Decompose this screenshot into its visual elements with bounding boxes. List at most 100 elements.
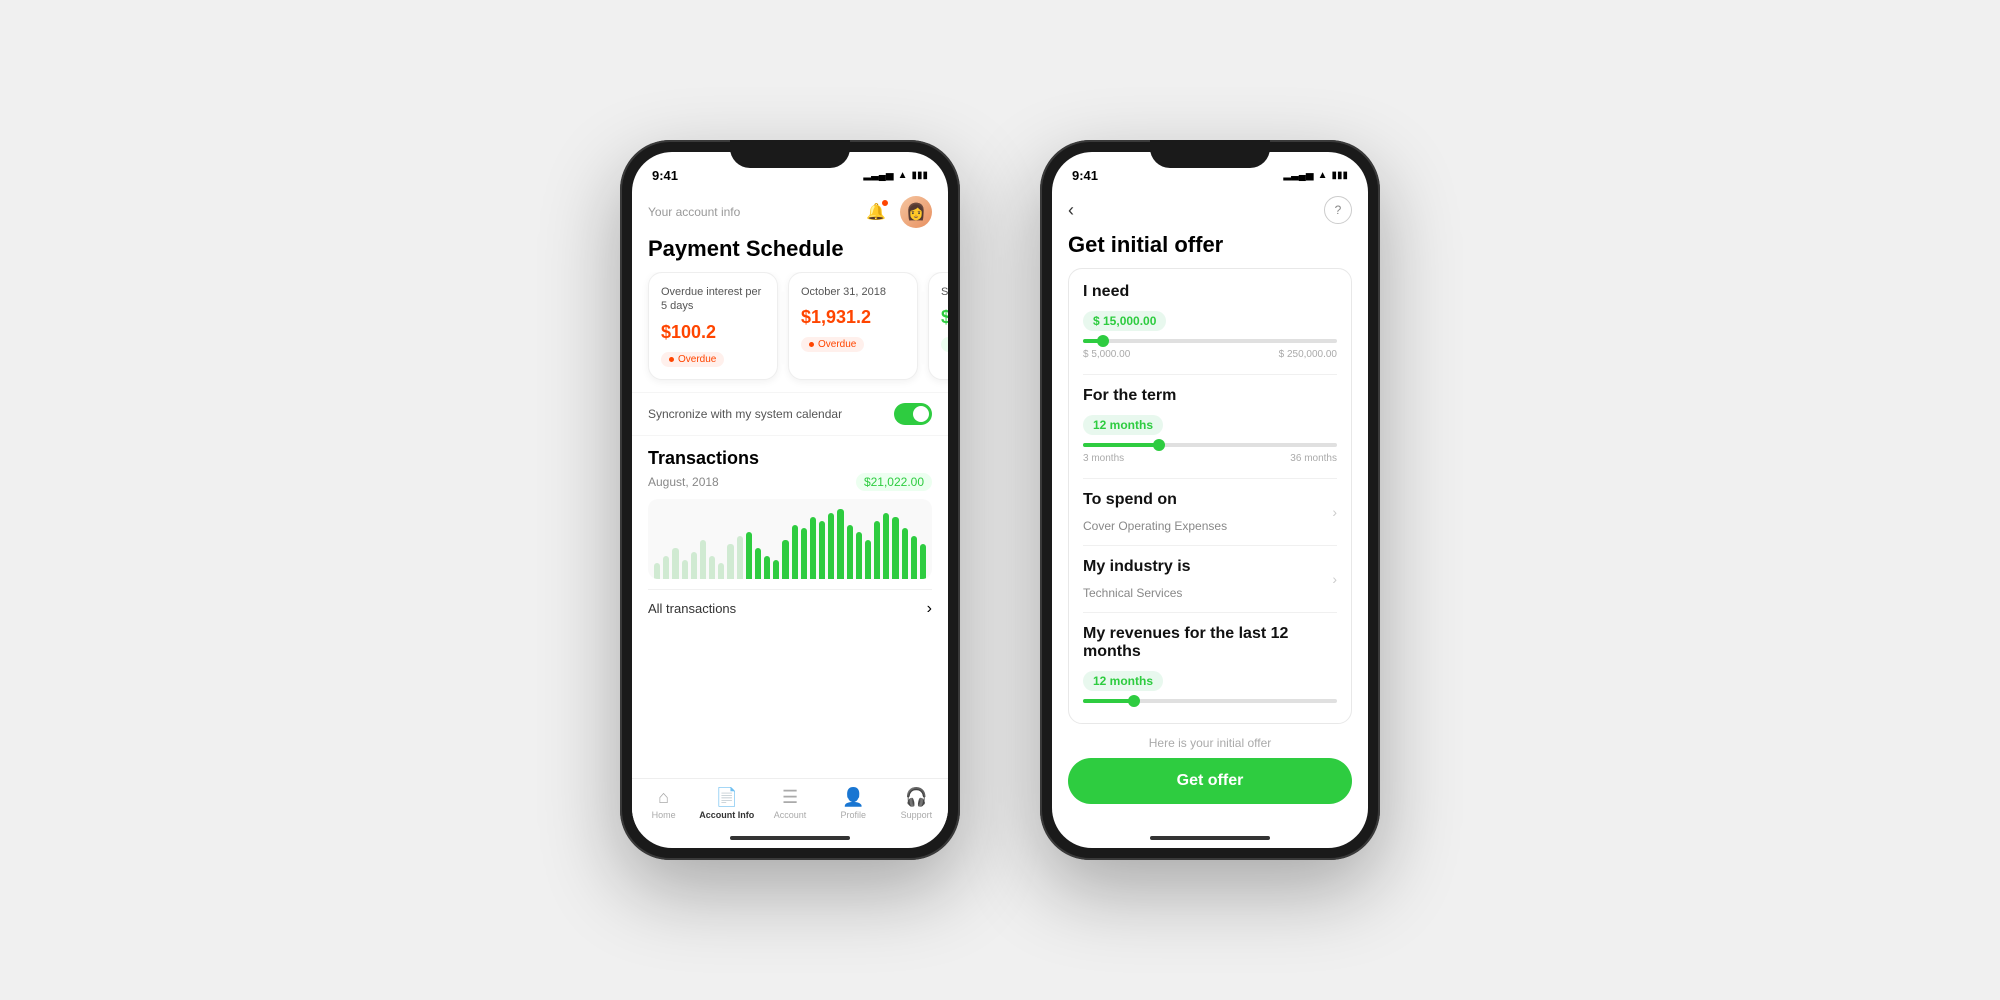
transactions-month: August, 2018 <box>648 475 719 489</box>
sync-toggle[interactable] <box>894 403 932 425</box>
my-revenues-value: 12 months <box>1083 671 1163 691</box>
bar-29 <box>920 544 926 579</box>
payment-cards: Overdue interest per 5 days $100.2 Overd… <box>632 272 948 392</box>
for-the-term-value: 12 months <box>1083 415 1163 435</box>
for-the-term-fill <box>1083 443 1159 447</box>
my-industry-row[interactable]: My industry is Technical Services › <box>1083 558 1337 600</box>
to-spend-on-text: To spend on Cover Operating Expenses <box>1083 491 1332 533</box>
payment-card-label-1: October 31, 2018 <box>801 285 905 299</box>
bar-7 <box>718 563 724 579</box>
bar-13 <box>773 560 779 579</box>
to-spend-on-chevron: › <box>1332 504 1337 520</box>
notch-2 <box>1150 140 1270 168</box>
status-text-0: Overdue <box>678 354 716 365</box>
bar-16 <box>801 528 807 579</box>
account-info-icon: 📄 <box>716 787 738 808</box>
bar-12 <box>764 556 770 579</box>
divider-2 <box>1083 478 1337 479</box>
notch-1 <box>730 140 850 168</box>
support-icon: 🎧 <box>905 787 927 808</box>
my-industry-title: My industry is <box>1083 558 1332 576</box>
i-need-min: $ 5,000.00 <box>1083 349 1130 360</box>
my-revenues-thumb <box>1128 695 1140 707</box>
payment-card-label-2: Sept 31, 2 <box>941 285 948 299</box>
i-need-fill <box>1083 339 1103 343</box>
phone-1: 9:41 ▂▃▄▅ ▲ ▮▮▮ Your account info 🔔 👩 <box>620 140 960 860</box>
divider-3 <box>1083 545 1337 546</box>
home-indicator-2 <box>1150 836 1270 840</box>
bottom-nav-1: ⌂ Home 📄 Account Info ☰ Account 👤 Profil… <box>632 778 948 832</box>
status-icons-2: ▂▃▄▅ ▲ ▮▮▮ <box>1283 170 1348 181</box>
bar-11 <box>755 548 761 579</box>
phones-container: 9:41 ▂▃▄▅ ▲ ▮▮▮ Your account info 🔔 👩 <box>620 140 1380 860</box>
phone-1-screen: 9:41 ▂▃▄▅ ▲ ▮▮▮ Your account info 🔔 👩 <box>632 152 948 848</box>
bar-14 <box>782 540 788 579</box>
home-icon: ⌂ <box>658 787 669 808</box>
bar-9 <box>737 536 743 579</box>
my-revenues-title: My revenues for the last 12 months <box>1083 625 1337 661</box>
nav-account-info[interactable]: 📄 Account Info <box>695 787 758 820</box>
transactions-section: Transactions August, 2018 $21,022.00 All… <box>632 436 948 778</box>
bar-8 <box>727 544 733 579</box>
profile-icon: 👤 <box>842 787 864 808</box>
my-revenues-slider[interactable] <box>1083 699 1337 703</box>
nav-account-label: Account <box>774 810 807 820</box>
bar-1 <box>663 556 669 579</box>
status-text-1: Overdue <box>818 339 856 350</box>
payment-status-1: Overdue <box>801 337 864 352</box>
sync-label: Syncronize with my system calendar <box>648 407 842 421</box>
header-icons: 🔔 👩 <box>860 196 932 228</box>
notification-button[interactable]: 🔔 <box>860 196 892 228</box>
nav-profile[interactable]: 👤 Profile <box>822 787 885 820</box>
all-transactions-row[interactable]: All transactions › <box>648 589 932 628</box>
status-time-2: 9:41 <box>1072 168 1098 183</box>
payment-card-0: Overdue interest per 5 days $100.2 Overd… <box>648 272 778 380</box>
bar-4 <box>691 552 697 579</box>
bar-26 <box>892 517 898 579</box>
bar-24 <box>874 521 880 579</box>
nav-home[interactable]: ⌂ Home <box>632 787 695 820</box>
home-indicator-1 <box>730 836 850 840</box>
i-need-slider[interactable] <box>1083 339 1337 343</box>
transactions-header: August, 2018 $21,022.00 <box>648 473 932 491</box>
payment-amount-1: $1,931.2 <box>801 307 905 328</box>
payment-card-label-0: Overdue interest per 5 days <box>661 285 765 314</box>
offer-card: I need $ 15,000.00 $ 5,000.00 $ 250,000.… <box>1068 268 1352 724</box>
status-icons-1: ▂▃▄▅ ▲ ▮▮▮ <box>863 170 928 181</box>
my-industry-chevron: › <box>1332 571 1337 587</box>
nav-support-label: Support <box>901 810 933 820</box>
divider-4 <box>1083 612 1337 613</box>
nav-home-label: Home <box>652 810 676 820</box>
bar-15 <box>792 525 798 579</box>
my-revenues-fill <box>1083 699 1134 703</box>
help-button[interactable]: ? <box>1324 196 1352 224</box>
notification-dot <box>881 199 889 207</box>
offer-scroll[interactable]: I need $ 15,000.00 $ 5,000.00 $ 250,000.… <box>1052 268 1368 832</box>
for-the-term-min: 3 months <box>1083 453 1124 464</box>
to-spend-on-row[interactable]: To spend on Cover Operating Expenses › <box>1083 491 1337 533</box>
to-spend-on-title: To spend on <box>1083 491 1332 509</box>
for-the-term-labels: 3 months 36 months <box>1083 453 1337 464</box>
signal-icon: ▂▃▄▅ <box>863 170 893 181</box>
i-need-value: $ 15,000.00 <box>1083 311 1166 331</box>
get-offer-button[interactable]: Get offer <box>1068 758 1352 804</box>
for-the-term-slider[interactable] <box>1083 443 1337 447</box>
avatar[interactable]: 👩 <box>900 196 932 228</box>
i-need-thumb <box>1097 335 1109 347</box>
initial-offer-text: Here is your initial offer <box>1068 724 1352 758</box>
status-dot-0 <box>669 357 674 362</box>
battery-icon: ▮▮▮ <box>911 170 928 181</box>
nav-account[interactable]: ☰ Account <box>758 787 821 820</box>
nav-profile-label: Profile <box>840 810 866 820</box>
payment-status-2: Up <box>941 337 948 352</box>
bar-chart <box>648 499 932 579</box>
back-button[interactable]: ‹ <box>1068 200 1074 221</box>
nav-account-info-label: Account Info <box>699 810 754 820</box>
bar-27 <box>902 528 908 579</box>
nav-support[interactable]: 🎧 Support <box>885 787 948 820</box>
payment-card-1: October 31, 2018 $1,931.2 Overdue <box>788 272 918 380</box>
account-icon: ☰ <box>782 787 798 808</box>
transactions-amount: $21,022.00 <box>856 473 932 491</box>
bar-20 <box>837 509 843 579</box>
bar-25 <box>883 513 889 579</box>
